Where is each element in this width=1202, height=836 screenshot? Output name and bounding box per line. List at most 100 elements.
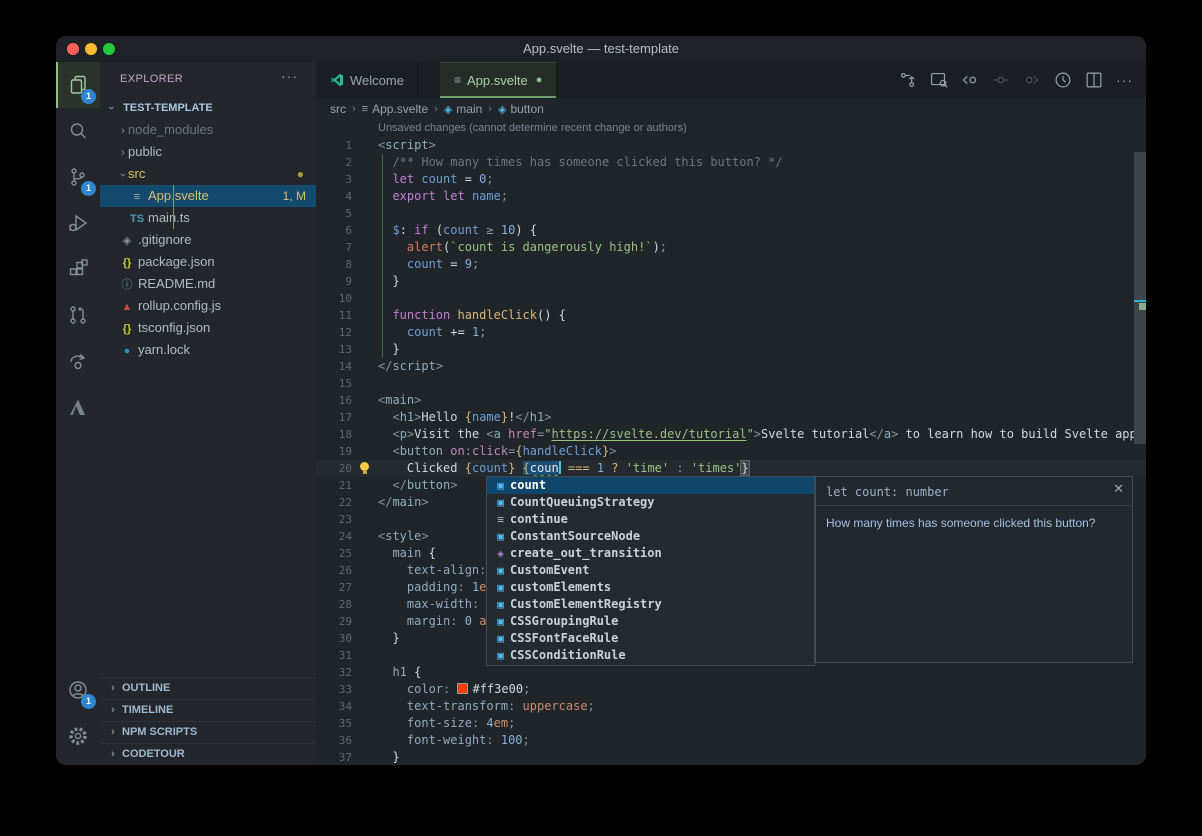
code-line-10[interactable]: 10	[316, 290, 1146, 307]
tree-item-main-ts[interactable]: TSmain.ts	[100, 207, 316, 229]
suggest-item-continue[interactable]: ≡continue	[487, 511, 814, 528]
code-line-20[interactable]: 20 Clicked {count} {coun === 1 ? 'time' …	[316, 460, 1146, 477]
ts-file-icon: TS	[128, 208, 146, 230]
code-line-13[interactable]: 13 }	[316, 341, 1146, 358]
breadcrumb-main[interactable]: ◈main	[444, 102, 482, 116]
run-debug-icon[interactable]	[56, 200, 100, 246]
azure-icon[interactable]	[56, 384, 100, 430]
tab-welcome[interactable]: Welcome	[316, 62, 419, 98]
section-codetour[interactable]: ›CODETOUR	[100, 743, 316, 765]
code-line-15[interactable]: 15	[316, 375, 1146, 392]
suggest-item-CustomEvent[interactable]: ▣CustomEvent	[487, 562, 814, 579]
symbol-cube-icon: ◈	[444, 103, 452, 116]
tree-item-app-svelte[interactable]: ≡App.svelte1, M	[100, 185, 316, 207]
code-line-14[interactable]: 14</script>	[316, 358, 1146, 375]
tree-item-label: tsconfig.json	[138, 320, 210, 335]
suggest-label: count	[510, 477, 546, 494]
search-icon[interactable]	[56, 108, 100, 154]
color-swatch[interactable]	[457, 683, 468, 694]
lightbulb-icon[interactable]	[358, 462, 371, 475]
json-file-icon: {}	[118, 252, 136, 274]
extensions-icon[interactable]	[56, 246, 100, 292]
tree-item-rollup-config-js[interactable]: ▲rollup.config.js	[100, 295, 316, 317]
code-line-6[interactable]: 6 $: if (count ≥ 10) {	[316, 222, 1146, 239]
suggest-item-customElements[interactable]: ▣customElements	[487, 579, 814, 596]
breadcrumb-src[interactable]: src	[330, 102, 346, 116]
code-line-17[interactable]: 17 <h1>Hello {name}!</h1>	[316, 409, 1146, 426]
gutter-next-icon[interactable]	[1016, 68, 1047, 92]
tree-item-node-modules[interactable]: ›node_modules	[100, 119, 316, 141]
yarn-file-icon: ●	[118, 340, 136, 362]
breadcrumb-file[interactable]: ≡App.svelte	[362, 102, 428, 116]
sidebar-more-actions-icon[interactable]: ···	[281, 68, 298, 84]
code-line-9[interactable]: 9 }	[316, 273, 1146, 290]
account-icon[interactable]: 1	[56, 667, 100, 713]
symbol-variable-icon: ▣	[491, 596, 510, 613]
previous-change-icon[interactable]	[954, 68, 985, 92]
code-line-4[interactable]: 4 export let name;	[316, 188, 1146, 205]
code-line-32[interactable]: 32 h1 {	[316, 664, 1146, 681]
code-line-19[interactable]: 19 <button on:click={handleClick}>	[316, 443, 1146, 460]
tree-item-label: main.ts	[148, 210, 190, 225]
chevron-down-icon: ›	[100, 103, 122, 113]
code-line-18[interactable]: 18 <p>Visit the <a href="https://svelte.…	[316, 426, 1146, 443]
timeline-clock-icon[interactable]	[1047, 68, 1078, 92]
code-line-37[interactable]: 37 }	[316, 749, 1146, 765]
symbol-cube-icon: ◈	[498, 103, 506, 116]
source-control-icon[interactable]: 1	[56, 154, 100, 200]
tree-item-package-json[interactable]: {}package.json	[100, 251, 316, 273]
section-timeline[interactable]: ›TIMELINE	[100, 699, 316, 721]
open-preview-icon[interactable]	[923, 68, 954, 92]
tree-item-readme-md[interactable]: ⓘREADME.md	[100, 273, 316, 295]
more-actions-icon[interactable]: ···	[1109, 68, 1140, 92]
close-icon[interactable]: ✕	[1113, 481, 1124, 497]
breadcrumb-button[interactable]: ◈button	[498, 102, 544, 116]
code-line-7[interactable]: 7 alert(`count is dangerously high!`);	[316, 239, 1146, 256]
code-line-35[interactable]: 35 font-size: 4em;	[316, 715, 1146, 732]
suggest-item-CustomElementRegistry[interactable]: ▣CustomElementRegistry	[487, 596, 814, 613]
code-line-3[interactable]: 3 let count = 0;	[316, 171, 1146, 188]
split-editor-icon[interactable]	[1078, 68, 1109, 92]
editor-scrollbar[interactable]	[1134, 152, 1146, 444]
overview-ruler-cursor-marker	[1134, 300, 1146, 302]
settings-gear-icon[interactable]	[56, 713, 100, 759]
gutter-previous-icon[interactable]	[985, 68, 1016, 92]
code-line-5[interactable]: 5	[316, 205, 1146, 222]
suggest-item-CSSGroupingRule[interactable]: ▣CSSGroupingRule	[487, 613, 814, 630]
code-line-11[interactable]: 11 function handleClick() {	[316, 307, 1146, 324]
tree-item-src[interactable]: ›src●	[100, 163, 316, 185]
tree-item-yarn-lock[interactable]: ●yarn.lock	[100, 339, 316, 361]
suggest-item-CSSFontFaceRule[interactable]: ▣CSSFontFaceRule	[487, 630, 814, 647]
symbol-variable-icon: ▣	[491, 528, 510, 545]
code-line-12[interactable]: 12 count += 1;	[316, 324, 1146, 341]
code-line-36[interactable]: 36 font-weight: 100;	[316, 732, 1146, 749]
suggest-signature: let count: number	[816, 477, 1132, 506]
suggest-item-CountQueuingStrategy[interactable]: ▣CountQueuingStrategy	[487, 494, 814, 511]
tree-item-public[interactable]: ›public	[100, 141, 316, 163]
chevron-right-icon: ›	[108, 700, 118, 721]
liveshare-icon[interactable]	[56, 338, 100, 384]
suggest-item-ConstantSourceNode[interactable]: ▣ConstantSourceNode	[487, 528, 814, 545]
suggest-item-count[interactable]: ▣count	[487, 477, 814, 494]
code-line-34[interactable]: 34 text-transform: uppercase;	[316, 698, 1146, 715]
tab-app-svelte[interactable]: ≡ App.svelte ●	[440, 62, 557, 98]
tree-item-tsconfig-json[interactable]: {}tsconfig.json	[100, 317, 316, 339]
suggest-item-CSSConditionRule[interactable]: ▣CSSConditionRule	[487, 647, 814, 664]
commit-graph-icon[interactable]	[892, 68, 923, 92]
github-pr-icon[interactable]	[56, 292, 100, 338]
suggest-item-create_out_transition[interactable]: ◈create_out_transition	[487, 545, 814, 562]
project-root-row[interactable]: › TEST-TEMPLATE	[100, 97, 316, 119]
code-line-2[interactable]: 2 /** How many times has someone clicked…	[316, 154, 1146, 171]
code-line-16[interactable]: 16<main>	[316, 392, 1146, 409]
code-line-33[interactable]: 33 color: #ff3e00;	[316, 681, 1146, 698]
suggest-label: CSSConditionRule	[510, 647, 626, 664]
section-outline[interactable]: ›OUTLINE	[100, 677, 316, 699]
section-npm-scripts[interactable]: ›NPM SCRIPTS	[100, 721, 316, 743]
dirty-dot-icon: ●	[536, 74, 543, 86]
code-line-8[interactable]: 8 count = 9;	[316, 256, 1146, 273]
explorer-icon[interactable]: 1	[56, 62, 100, 108]
tree-item--gitignore[interactable]: ◈.gitignore	[100, 229, 316, 251]
info-file-icon: ⓘ	[118, 274, 136, 296]
code-editor[interactable]: Unsaved changes (cannot determine recent…	[316, 120, 1146, 765]
code-line-1[interactable]: 1<script>	[316, 137, 1146, 154]
